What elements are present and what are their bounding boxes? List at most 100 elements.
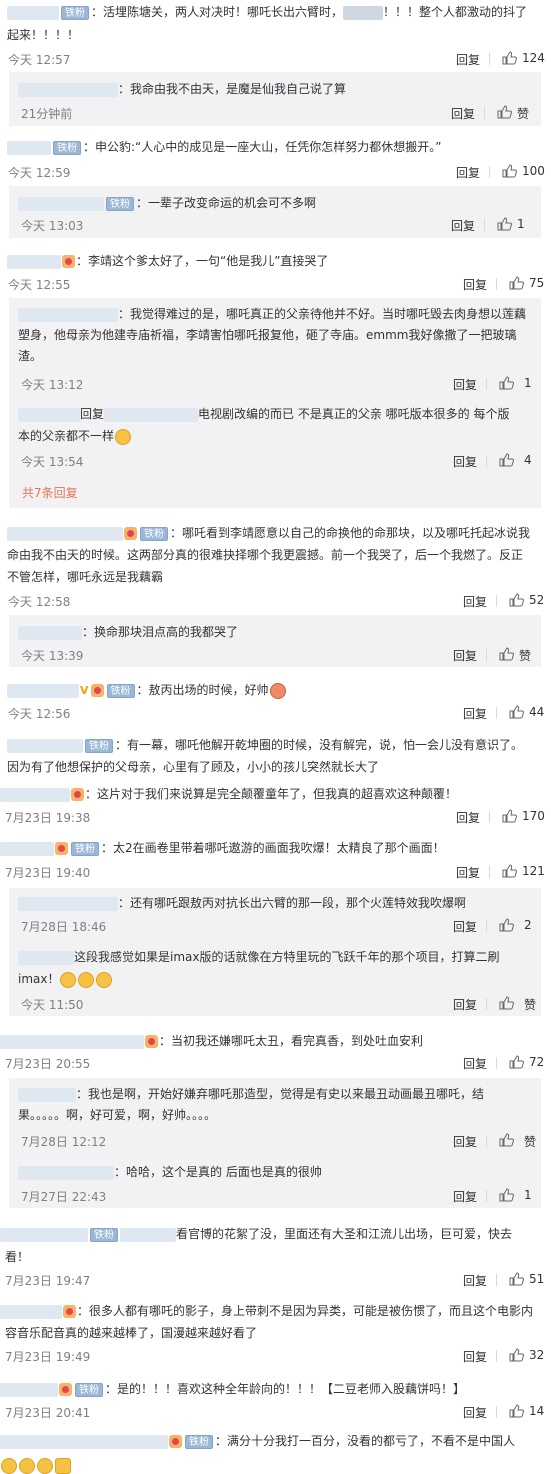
reply-button[interactable]: 回复 [463,593,487,610]
reply-button[interactable]: 回复 [463,1348,487,1365]
username-blurred[interactable] [0,1434,168,1449]
reply-button[interactable]: 回复 [463,276,487,293]
fan-level-icon [59,1383,72,1396]
username-blurred[interactable] [18,1165,114,1180]
username-blurred[interactable] [120,1227,176,1242]
reply-button[interactable]: 回复 [451,105,475,122]
reply-button[interactable]: 回复 [463,1055,487,1072]
like-count: 100 [522,164,545,178]
comment-text: ：李靖这个爹太好了，一句“他是我儿”直接哭了 [76,254,329,268]
username-blurred[interactable] [7,5,59,20]
username-blurred[interactable] [0,1034,144,1049]
username-blurred[interactable] [7,526,123,541]
username-blurred[interactable] [18,307,118,322]
username-blurred[interactable] [7,738,83,753]
reply-block: ：我命由我不由天，是魔是仙我自己说了算 21分钟前 回复 赞 [9,72,541,126]
comment-item: V 铁粉 ：敖丙出场的时候，好帅 今天 12:56 回复 44 [0,676,551,724]
like-icon[interactable] [499,1188,514,1202]
like-icon[interactable] [497,217,512,231]
reply-time: 21分钟前 [21,107,73,121]
emoji-icon [37,1457,53,1474]
comment-text: ：太2在画卷里带着哪吒遨游的画面我吹爆！太精良了那个画面！ [101,841,445,855]
fan-badge: 铁粉 [71,841,99,856]
like-icon[interactable] [509,1055,524,1069]
like-icon[interactable] [502,864,517,878]
comment-time: 今天 12:55 [8,278,71,292]
like-count: 1 [524,1188,532,1202]
username-blurred[interactable] [18,950,74,965]
username-blurred[interactable] [0,1227,88,1242]
comment-text: ：有一幕，哪吒他解开乾坤圈的时候，没有解完，说，怕一会儿没有意识了。 [115,738,524,752]
like-icon[interactable] [502,809,517,823]
reply-prefix: 回复 [80,407,105,421]
divider [496,707,497,719]
like-icon[interactable] [499,996,514,1010]
reply-button[interactable]: 回复 [453,996,477,1013]
username-blurred[interactable] [7,140,51,155]
fan-level-icon [124,527,137,540]
like-icon[interactable] [509,593,524,607]
like-count: 2 [524,918,532,932]
like-icon[interactable] [499,453,514,467]
like-icon[interactable] [509,1272,524,1286]
reply-button[interactable]: 回复 [456,809,480,826]
username-blurred[interactable] [0,1304,62,1319]
reply-button[interactable]: 回复 [463,1272,487,1289]
fan-level-icon [145,1035,158,1048]
like-icon[interactable] [502,51,517,65]
username-blurred[interactable] [104,407,199,422]
comment-text-3: 不管怎样，哪吒永远是我藕霸 [7,570,164,584]
like-icon[interactable] [509,705,524,719]
comment-item: 铁粉 ：申公豹:“人心中的成见是一座大山，任凭你怎样努力都休想搬开。” 今天 12… [0,132,551,184]
like-count: 1 [517,217,525,231]
username-blurred[interactable] [18,196,104,211]
comment-text: ：哪吒看到李靖愿意以自己的命换他的命那块，以及哪吒托起冰说我 [170,526,531,540]
like-icon[interactable] [499,647,514,661]
like-icon[interactable] [509,276,524,290]
comment-text: 看官博的花絮了没，里面还有大圣和江流儿出场，巨可爱，快去 [176,1227,513,1241]
like-icon[interactable] [499,376,514,390]
reply-button[interactable]: 回复 [453,918,477,935]
reply-button[interactable]: 回复 [453,647,477,664]
like-icon[interactable] [497,105,512,119]
username-blurred[interactable] [0,841,54,856]
username-blurred[interactable] [18,625,82,640]
username-blurred[interactable] [7,683,79,698]
comment-text: ：当初我还嫌哪吒太丑，看完真香，到处吐血安利 [159,1034,424,1048]
emoji-icon [60,971,77,988]
username-blurred[interactable] [18,407,80,422]
comment-time: 今天 12:58 [8,595,71,609]
username-blurred[interactable] [18,82,118,97]
reply-button[interactable]: 回复 [453,1133,477,1150]
like-icon[interactable] [509,1404,524,1418]
reply-button[interactable]: 回复 [463,705,487,722]
reply-button[interactable]: 回复 [463,1404,487,1421]
reply-button[interactable]: 回复 [453,453,477,470]
like-icon[interactable] [509,1348,524,1362]
username-blurred[interactable] [18,896,118,911]
like-count: 121 [522,864,545,878]
reply-button[interactable]: 回复 [453,376,477,393]
reply-button[interactable]: 回复 [456,51,480,68]
username-blurred[interactable] [0,1382,58,1397]
fan-badge: 铁粉 [185,1434,213,1449]
like-count: 赞 [524,1135,537,1149]
username-blurred[interactable] [7,254,61,269]
reply-text: ：一辈子改变命运的机会可不多啊 [136,196,317,210]
reply-text: ：哈哈，这个是真的 后面也是真的很帅 [114,1165,322,1179]
reply-button[interactable]: 回复 [456,164,480,181]
username-blurred[interactable] [18,1087,76,1102]
comment-text-2: 因为有了他想保护的父母亲，心里有了顾及，小小的孩儿突然就长大了 [7,760,380,774]
reply-button[interactable]: 回复 [453,1188,477,1205]
comment-time: 7月23日 20:41 [5,1406,91,1420]
like-count: 32 [529,1348,545,1362]
like-icon[interactable] [499,918,514,932]
username-blurred[interactable] [0,787,70,802]
like-icon[interactable] [502,164,517,178]
more-replies-link[interactable]: 共7条回复 [22,484,78,501]
like-icon[interactable] [499,1133,514,1147]
comment-item: ：当初我还嫌哪吒太丑，看完真香，到处吐血安利 7月23日 20:55 回复 72 [0,1028,551,1074]
reply-button[interactable]: 回复 [451,217,475,234]
reply-button[interactable]: 回复 [456,864,480,881]
thumbs-up-icon [55,1457,71,1474]
